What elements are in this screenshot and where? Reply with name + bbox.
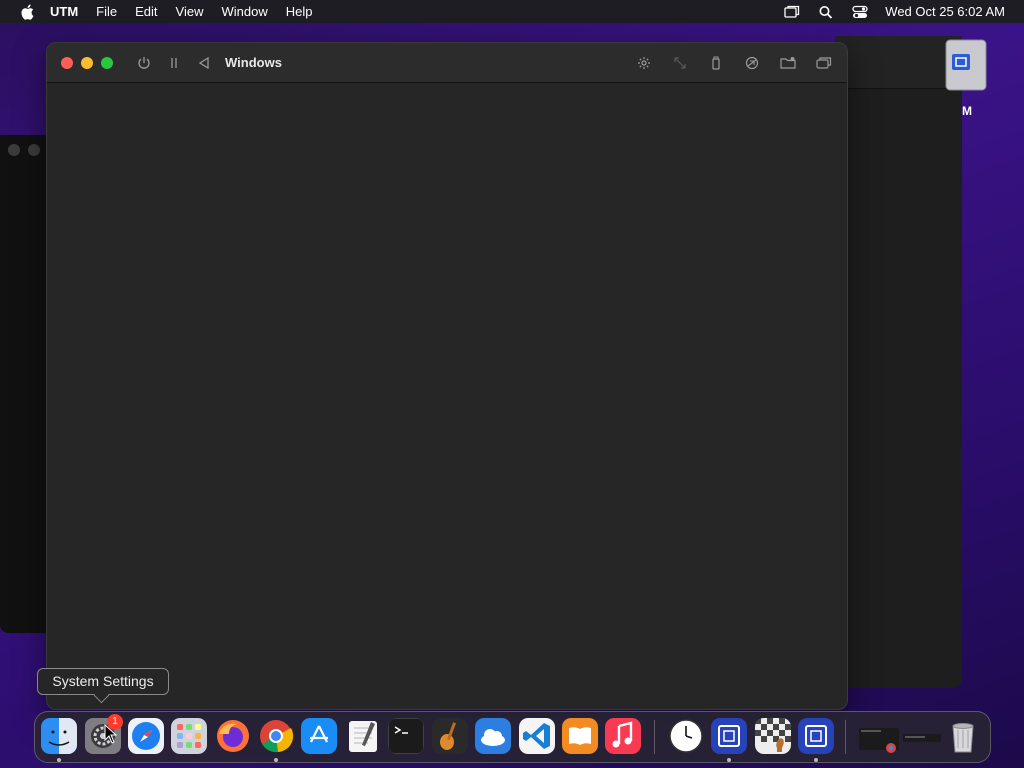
- garageband-icon[interactable]: [432, 718, 468, 754]
- app-store-icon[interactable]: [301, 718, 337, 754]
- window-titlebar[interactable]: Windows: [47, 43, 847, 83]
- background-window[interactable]: [835, 36, 962, 688]
- menu-help[interactable]: Help: [286, 0, 313, 23]
- power-button[interactable]: [135, 54, 153, 72]
- back-button[interactable]: [195, 54, 213, 72]
- launchpad-icon[interactable]: [171, 718, 207, 754]
- power-icon: [138, 56, 150, 69]
- dock-separator: [845, 720, 846, 754]
- folder-button[interactable]: [779, 54, 797, 72]
- chrome-icon[interactable]: [258, 718, 294, 754]
- desktop-utm-icon[interactable]: [940, 36, 988, 94]
- minimize-button[interactable]: [81, 56, 93, 69]
- menu-window[interactable]: Window: [221, 0, 267, 23]
- traffic-light-inactive: [28, 144, 40, 156]
- textedit-icon[interactable]: [345, 718, 381, 754]
- usb-button[interactable]: [707, 54, 725, 72]
- usb-icon: [712, 56, 720, 70]
- vm-display-area[interactable]: [47, 83, 847, 709]
- dock-running-indicator: [727, 758, 731, 762]
- folder-icon: [780, 56, 796, 69]
- trash-icon[interactable]: [945, 718, 981, 754]
- close-button[interactable]: [61, 56, 73, 69]
- pause-icon: [171, 57, 177, 68]
- desktop-icon-label[interactable]: M: [962, 104, 972, 118]
- chess-icon[interactable]: [755, 718, 791, 754]
- resize-button[interactable]: [671, 54, 689, 72]
- shared-folder-button[interactable]: [743, 54, 761, 72]
- menu-app-name[interactable]: UTM: [50, 0, 78, 23]
- search-icon[interactable]: [818, 5, 834, 19]
- terminal-icon[interactable]: [388, 718, 424, 754]
- display-mirror-icon[interactable]: [784, 5, 800, 19]
- display-brightness-icon: [638, 56, 650, 69]
- dock-running-indicator: [814, 758, 818, 762]
- menu-edit[interactable]: Edit: [135, 0, 157, 23]
- clock-icon[interactable]: [668, 718, 704, 754]
- safari-icon[interactable]: [128, 718, 164, 754]
- menu-view[interactable]: View: [176, 0, 204, 23]
- menu-file[interactable]: File: [96, 0, 117, 23]
- utm-vm-window[interactable]: Windows: [46, 42, 848, 710]
- back-icon: [198, 56, 209, 69]
- firefox-icon[interactable]: [215, 718, 251, 754]
- dock-separator: [654, 720, 655, 754]
- control-center-icon[interactable]: [852, 5, 868, 19]
- display-button[interactable]: [635, 54, 653, 72]
- mouse-cursor-icon: [104, 724, 118, 744]
- weather-icon[interactable]: [475, 718, 511, 754]
- books-icon[interactable]: [562, 718, 598, 754]
- dock-running-indicator: [274, 758, 278, 762]
- pause-button[interactable]: [165, 54, 183, 72]
- dock-running-indicator: [57, 758, 61, 762]
- windows-button[interactable]: [815, 54, 833, 72]
- menu-bar: UTM File Edit View Window Help Wed Oct 2…: [0, 0, 1024, 23]
- utm-icon-2[interactable]: [798, 718, 834, 754]
- vscode-icon[interactable]: [519, 718, 555, 754]
- shared-folder-icon: [745, 56, 759, 69]
- window-title: Windows: [225, 55, 282, 70]
- minimized-window-icon[interactable]: [857, 718, 945, 756]
- apple-logo-icon[interactable]: [20, 4, 34, 20]
- background-window-left[interactable]: [0, 135, 46, 633]
- finder-icon[interactable]: [41, 718, 77, 754]
- menu-clock[interactable]: Wed Oct 25 6:02 AM: [885, 4, 1005, 19]
- dock: 1: [34, 711, 991, 763]
- utm-icon[interactable]: [711, 718, 747, 754]
- zoom-button[interactable]: [101, 56, 113, 69]
- windows-icon: [816, 56, 832, 69]
- traffic-light-inactive: [8, 144, 20, 156]
- dock-tooltip: System Settings: [37, 668, 169, 695]
- music-icon[interactable]: [605, 718, 641, 754]
- resize-icon: [674, 56, 686, 69]
